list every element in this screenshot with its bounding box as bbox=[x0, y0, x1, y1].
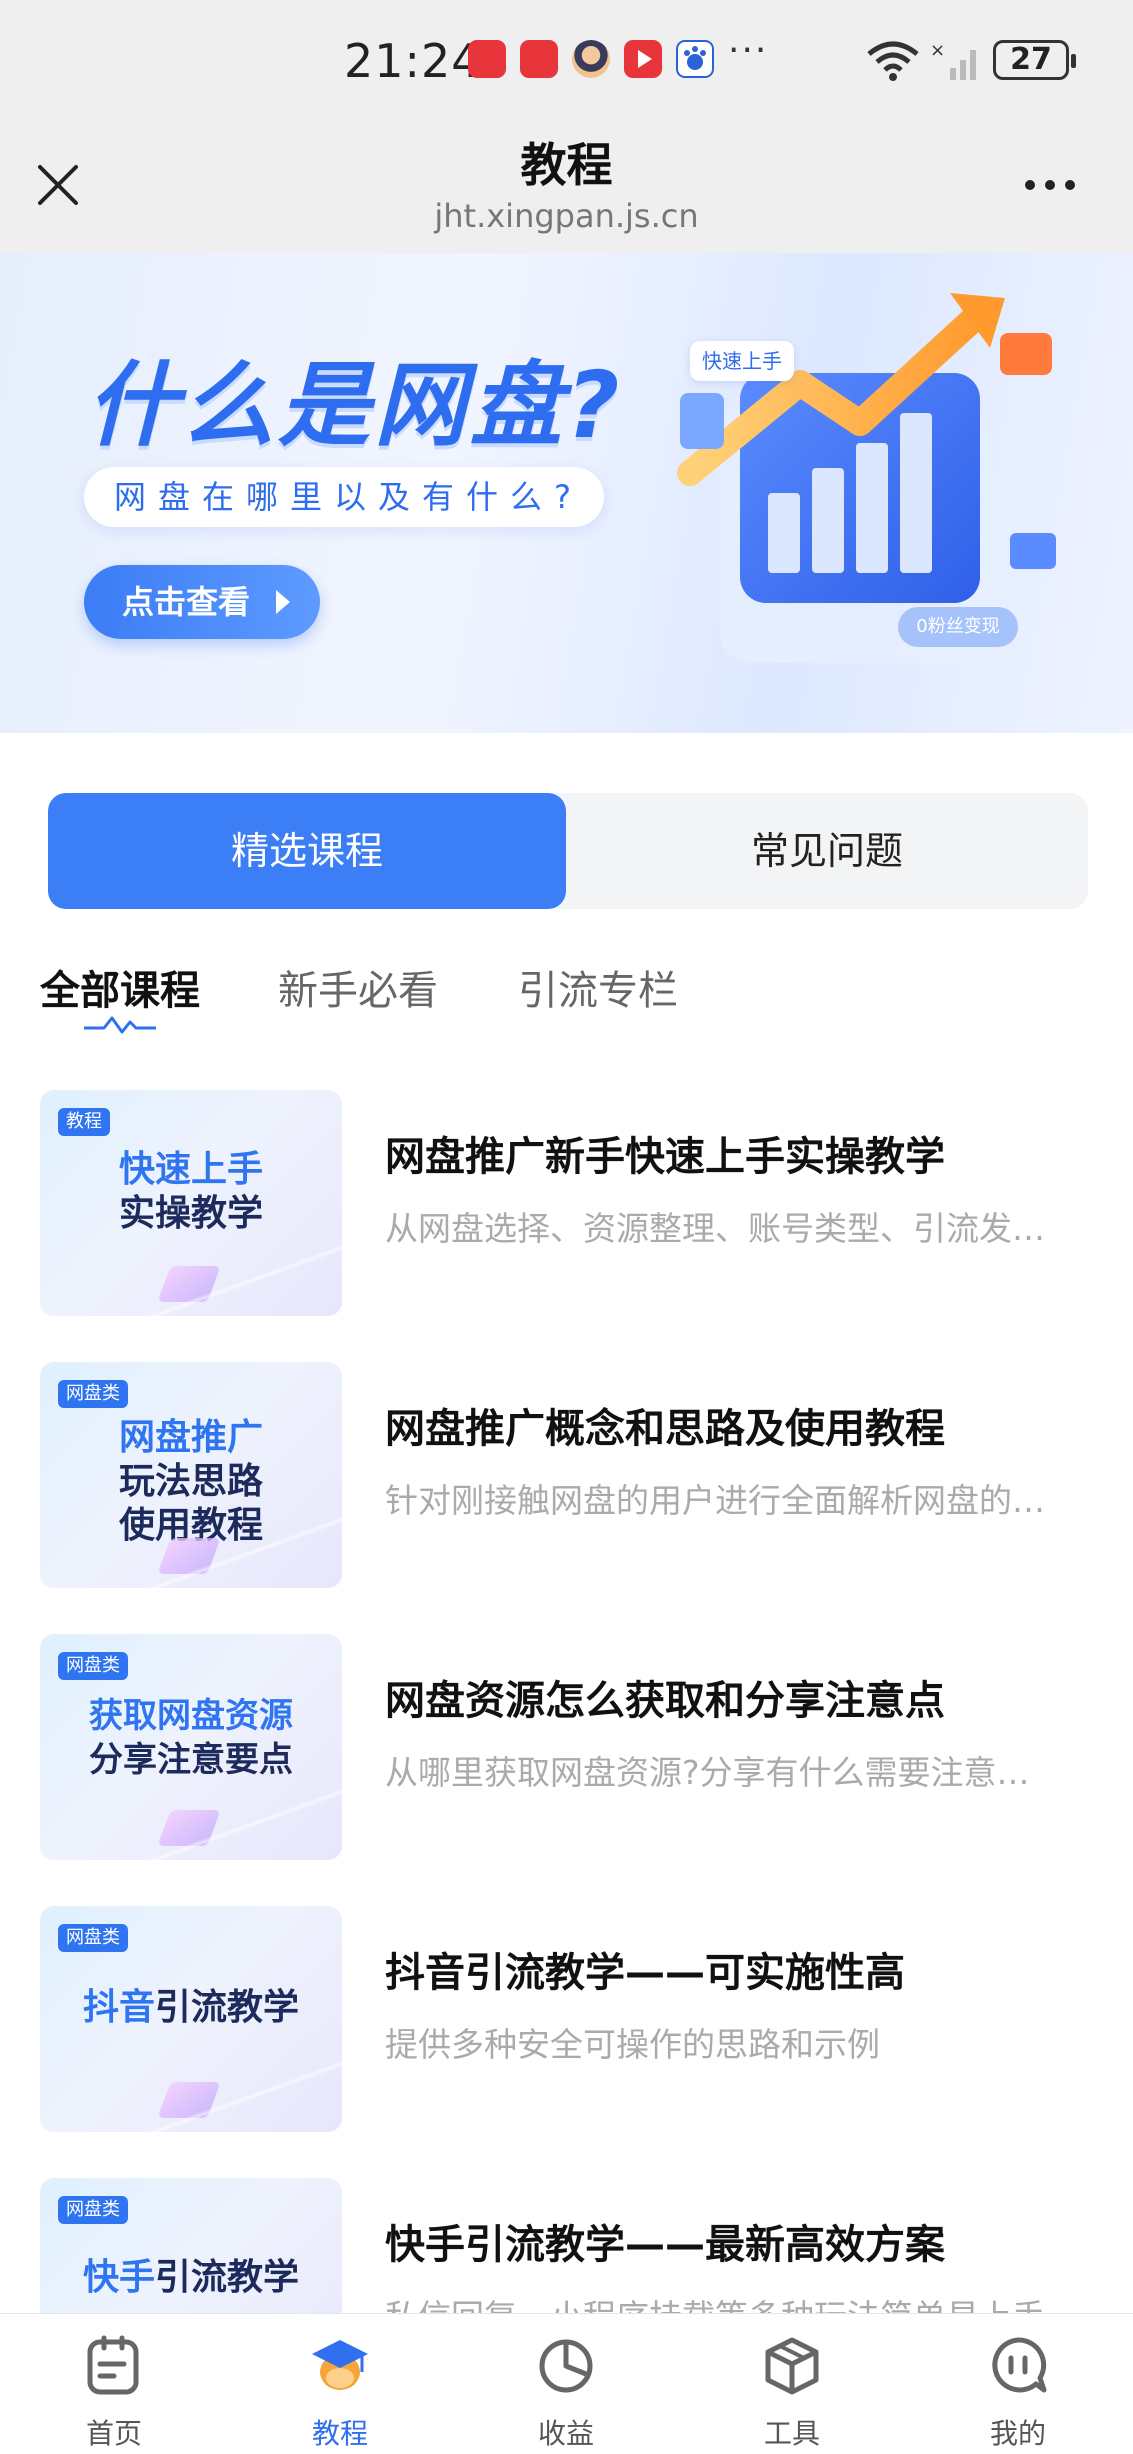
nav-label: 收益 bbox=[537, 2417, 594, 2450]
course-description: 针对刚接触网盘的用户进行全面解析网盘的… bbox=[385, 1481, 1045, 1520]
course-description: 从哪里获取网盘资源?分享有什么需要注意… bbox=[385, 1753, 1030, 1792]
thumbnail-title-line1: 获取网盘资源 bbox=[89, 1696, 293, 1736]
nav-mine[interactable]: 我的 bbox=[948, 2314, 1088, 2454]
light-streak bbox=[40, 2062, 342, 2132]
bottom-navigation: 首页 教程 收益 工具 我的 bbox=[0, 2313, 1133, 2453]
quick-start-tag: 快速上手 bbox=[690, 341, 794, 381]
thumbnail-title-line2: 实操教学 bbox=[118, 1193, 263, 1234]
play-arrow-icon bbox=[276, 590, 290, 614]
thumbnail-title-line1: 网盘推广 bbox=[118, 1417, 263, 1458]
tab-faq[interactable]: 常见问题 bbox=[566, 793, 1088, 909]
page-url: jht.xingpan.js.cn bbox=[434, 197, 699, 235]
course-description: 提供多种安全可操作的思路和示例 bbox=[385, 2025, 880, 2064]
pie-chart-icon bbox=[539, 2339, 593, 2393]
course-title: 网盘资源怎么获取和分享注意点 bbox=[385, 1678, 945, 1724]
light-streak bbox=[40, 1246, 342, 1316]
thumbnail-title-line2: 玩法思路 bbox=[118, 1461, 263, 1502]
course-item[interactable]: 教程 快速上手 实操教学 网盘推广新手快速上手实操教学 从网盘选择、资源整理、账… bbox=[40, 1090, 1100, 1316]
nav-label: 教程 bbox=[311, 2417, 368, 2450]
status-bar: 21:24 ··· × 27 bbox=[0, 0, 1133, 125]
promo-banner[interactable]: 什么是网盘? 网盘在哪里以及有什么? 点击查看 快速上手 0粉丝变现 bbox=[0, 253, 1133, 733]
huawei-store-icon bbox=[468, 40, 506, 78]
battery-indicator: 27 bbox=[993, 40, 1076, 80]
more-options-icon[interactable] bbox=[1020, 165, 1080, 205]
course-title: 网盘推广新手快速上手实操教学 bbox=[385, 1134, 945, 1180]
course-title: 抖音引流教学——可实施性高 bbox=[385, 1950, 905, 1996]
zero-fans-tag: 0粉丝变现 bbox=[898, 607, 1018, 647]
course-thumbnail: 网盘类 网盘推广 玩法思路 使用教程 bbox=[40, 1362, 342, 1588]
document-icon bbox=[87, 2335, 139, 2395]
course-item[interactable]: 网盘类 网盘推广 玩法思路 使用教程 网盘推广概念和思路及使用教程 针对刚接触网… bbox=[40, 1362, 1100, 1588]
course-badge: 网盘类 bbox=[58, 1380, 128, 1408]
nav-label: 我的 bbox=[989, 2417, 1046, 2450]
course-title: 网盘推广概念和思路及使用教程 bbox=[385, 1406, 945, 1452]
thumbnail-title-rest: 引流教学 bbox=[155, 2257, 300, 2298]
signal-icon: × bbox=[930, 40, 976, 80]
subtab-beginner[interactable]: 新手必看 bbox=[278, 958, 438, 1016]
huawei-store-icon bbox=[520, 40, 558, 78]
more-notifications-icon: ··· bbox=[728, 30, 769, 71]
page-title: 教程 bbox=[520, 138, 613, 192]
course-thumbnail: 网盘类 获取网盘资源 分享注意要点 bbox=[40, 1634, 342, 1860]
status-time: 21:24 bbox=[344, 34, 482, 88]
thumbnail-highlight: 抖音 bbox=[82, 1987, 155, 2028]
video-app-icon bbox=[624, 40, 662, 78]
avatar-app-icon bbox=[572, 40, 610, 78]
chat-icon bbox=[992, 2337, 1047, 2393]
svg-text:×: × bbox=[930, 40, 945, 61]
nav-home[interactable]: 首页 bbox=[44, 2314, 184, 2454]
thumbnail-title-line2: 分享注意要点 bbox=[89, 1740, 293, 1780]
wifi-icon bbox=[867, 41, 919, 81]
course-type-segmented: 精选课程 常见问题 bbox=[48, 793, 1088, 909]
view-details-label: 点击查看 bbox=[122, 583, 251, 621]
nav-earnings[interactable]: 收益 bbox=[496, 2314, 636, 2454]
course-description: 从网盘选择、资源整理、账号类型、引流发… bbox=[385, 1209, 1045, 1248]
thumbnail-title-rest: 引流教学 bbox=[155, 1987, 300, 2028]
course-thumbnail: 教程 快速上手 实操教学 bbox=[40, 1090, 342, 1316]
box-icon bbox=[765, 2337, 819, 2395]
nav-label: 首页 bbox=[85, 2417, 142, 2450]
course-item[interactable]: 网盘类 获取网盘资源 分享注意要点 网盘资源怎么获取和分享注意点 从哪里获取网盘… bbox=[40, 1634, 1100, 1860]
course-item[interactable]: 网盘类 抖音引流教学 抖音引流教学——可实施性高 提供多种安全可操作的思路和示例 bbox=[40, 1906, 1100, 2132]
graduation-cap-icon bbox=[312, 2340, 368, 2390]
view-details-button[interactable]: 点击查看 bbox=[84, 565, 320, 639]
banner-subtitle: 网盘在哪里以及有什么? bbox=[84, 467, 604, 527]
course-badge: 教程 bbox=[58, 1108, 110, 1136]
subtab-traffic[interactable]: 引流专栏 bbox=[518, 958, 678, 1016]
banner-title: 什么是网盘? bbox=[86, 352, 624, 459]
light-streak bbox=[40, 1518, 342, 1588]
nav-label: 工具 bbox=[763, 2417, 820, 2450]
course-badge: 网盘类 bbox=[58, 1924, 128, 1952]
course-badge: 网盘类 bbox=[58, 2196, 128, 2224]
tab-featured-courses[interactable]: 精选课程 bbox=[48, 793, 566, 909]
active-tab-indicator bbox=[84, 1016, 156, 1034]
nav-tutorial[interactable]: 教程 bbox=[270, 2314, 410, 2454]
title-bar: 教程 jht.xingpan.js.cn bbox=[0, 125, 1133, 253]
course-badge: 网盘类 bbox=[58, 1652, 128, 1680]
nav-tools[interactable]: 工具 bbox=[722, 2314, 862, 2454]
subtab-all-courses[interactable]: 全部课程 bbox=[40, 958, 200, 1016]
course-title: 快手引流教学——最新高效方案 bbox=[385, 2222, 945, 2268]
thumbnail-highlight: 快手 bbox=[82, 2257, 155, 2298]
baidu-app-icon bbox=[676, 40, 714, 78]
thumbnail-title-line1: 快速上手 bbox=[118, 1149, 263, 1190]
light-streak bbox=[40, 1790, 342, 1860]
course-thumbnail: 网盘类 抖音引流教学 bbox=[40, 1906, 342, 2132]
